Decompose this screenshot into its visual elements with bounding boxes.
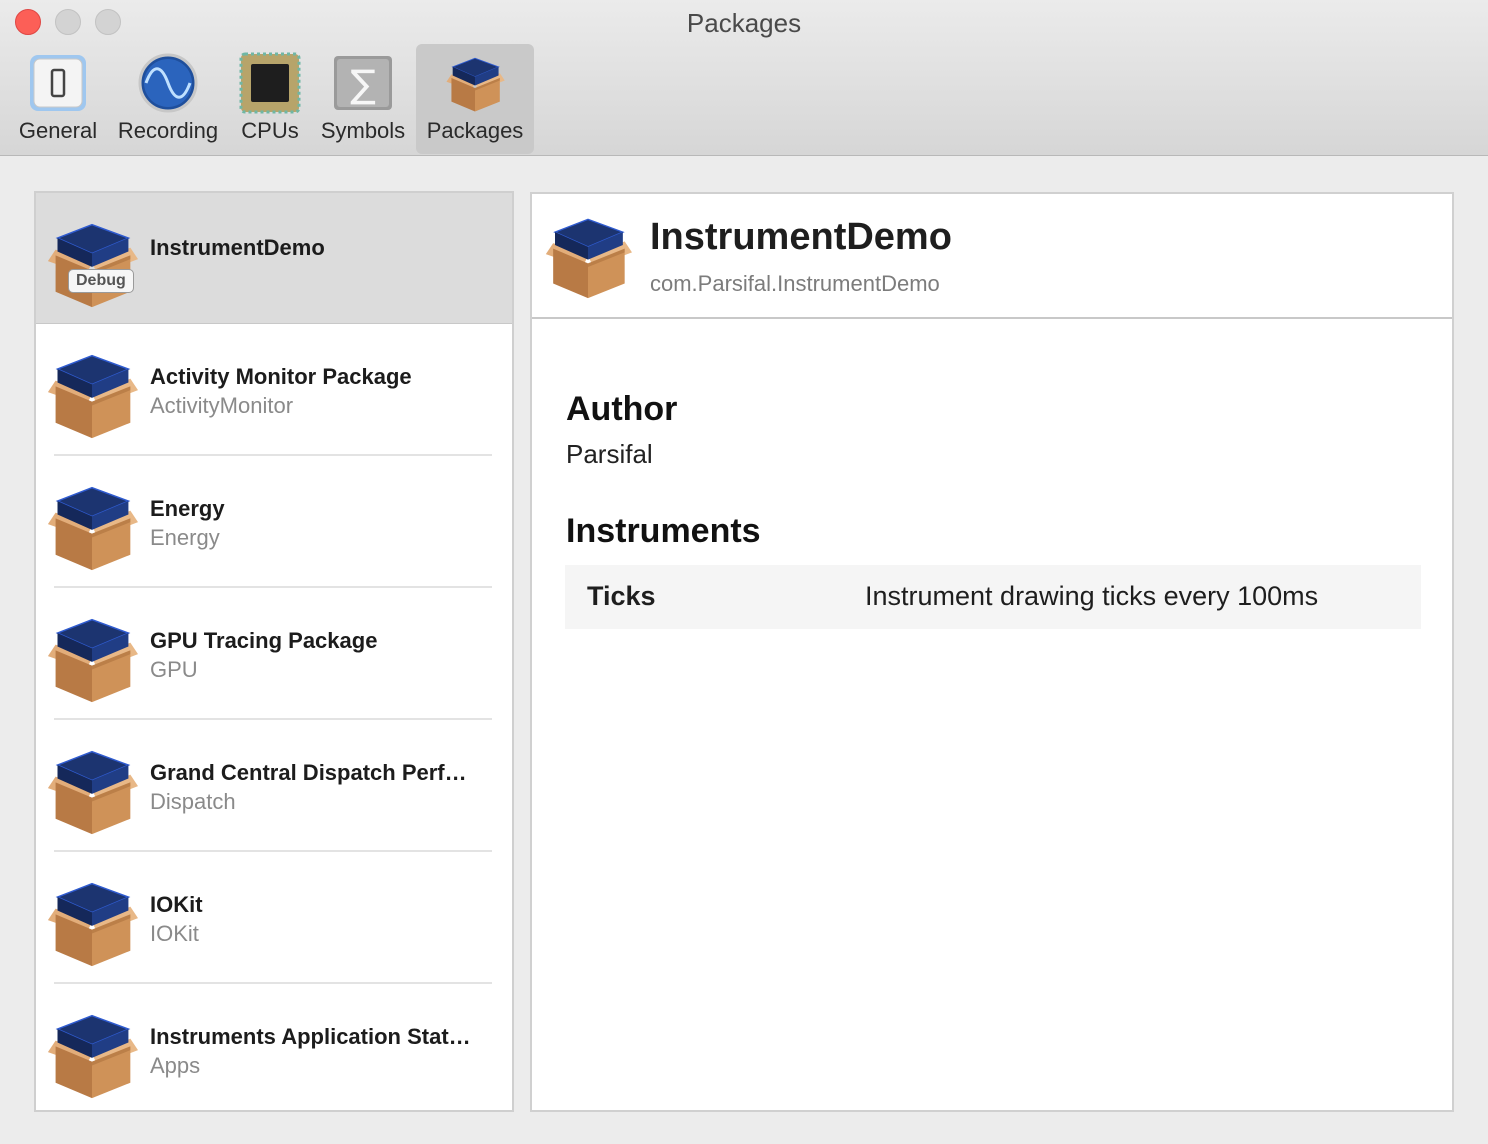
package-title: Energy (150, 496, 225, 521)
symbols-icon: ∑ (334, 56, 392, 110)
package-subtitle: ActivityMonitor (150, 393, 294, 418)
list-item[interactable]: GPU Tracing Package GPU (36, 588, 512, 720)
svg-text:∑: ∑ (350, 62, 376, 106)
toolbar: Packages General Recording CPUs ∑ Symbol… (0, 0, 1488, 156)
list-item[interactable]: Energy Energy (36, 456, 512, 588)
list-item[interactable]: IOKit IOKit (36, 852, 512, 984)
package-icon (44, 1008, 140, 1100)
instrument-description: Instrument drawing ticks every 100ms (865, 581, 1319, 611)
instruments-heading: Instruments (566, 512, 761, 550)
tab-cpus[interactable]: CPUs (234, 44, 306, 154)
list-item[interactable]: Debug InstrumentDemo (36, 193, 512, 324)
tab-symbols[interactable]: ∑ Symbols (314, 44, 412, 154)
package-icon (44, 217, 140, 309)
tab-cpus-label: CPUs (241, 118, 299, 143)
recording-icon (138, 53, 198, 113)
general-icon (30, 55, 86, 111)
package-icon (44, 480, 140, 572)
package-subtitle: IOKit (150, 921, 199, 946)
list-item[interactable]: Activity Monitor Package ActivityMonitor (36, 324, 512, 456)
list-item[interactable]: Instruments Application Stat… Apps (36, 984, 512, 1112)
author-value: Parsifal (566, 439, 653, 469)
package-icon (542, 212, 634, 300)
package-title: IOKit (150, 892, 203, 917)
list-item[interactable]: Grand Central Dispatch Perf… Dispatch (36, 720, 512, 852)
author-heading: Author (566, 390, 678, 428)
tab-packages-label: Packages (426, 118, 524, 143)
package-icon (444, 52, 506, 114)
package-title: Instruments Application Stat… (150, 1024, 471, 1049)
window-title: Packages (686, 8, 802, 38)
tab-general-label: General (18, 118, 98, 143)
package-list[interactable]: Debug InstrumentDemo Activity Monitor Pa… (34, 191, 514, 1112)
package-subtitle: Energy (150, 525, 220, 550)
detail-identifier: com.Parsifal.InstrumentDemo (650, 271, 940, 296)
package-subtitle: GPU (150, 657, 198, 682)
package-title: GPU Tracing Package (150, 628, 378, 653)
debug-badge: Debug (68, 269, 134, 293)
detail-title: InstrumentDemo (650, 216, 952, 258)
package-subtitle: Dispatch (150, 789, 236, 814)
instrument-row[interactable]: Ticks Instrument drawing ticks every 100… (565, 565, 1421, 629)
package-detail: InstrumentDemo com.Parsifal.InstrumentDe… (530, 192, 1454, 1112)
cpus-icon (239, 52, 301, 114)
detail-header: InstrumentDemo com.Parsifal.InstrumentDe… (532, 194, 1452, 319)
package-title: Grand Central Dispatch Perf… (150, 760, 467, 785)
tab-general[interactable]: General (12, 44, 104, 154)
package-icon (44, 744, 140, 836)
package-icon (44, 348, 140, 440)
package-subtitle: Apps (150, 1053, 201, 1078)
tab-packages[interactable]: Packages (416, 44, 534, 154)
package-icon (44, 876, 140, 968)
tab-symbols-label: Symbols (320, 118, 406, 143)
package-title: Activity Monitor Package (150, 364, 412, 389)
package-title: InstrumentDemo (150, 235, 325, 260)
package-icon (44, 612, 140, 704)
tab-recording-label: Recording (117, 118, 219, 143)
instrument-name: Ticks (587, 581, 656, 611)
tab-recording[interactable]: Recording (110, 44, 226, 154)
